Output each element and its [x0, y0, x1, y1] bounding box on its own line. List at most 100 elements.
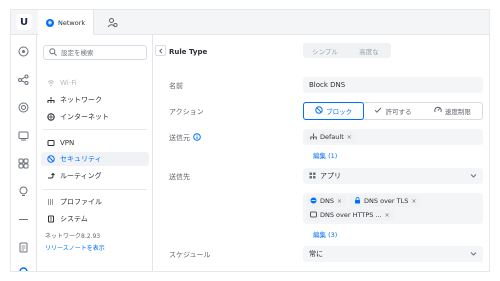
vpn-icon — [46, 139, 55, 148]
settings-nav: Wi-Fi ネットワーク インターネット VPN セキュリティ ルーティング プ… — [37, 35, 153, 271]
chevron-down-icon — [470, 172, 477, 181]
logs-icon[interactable] — [17, 241, 30, 254]
nav-item-network[interactable]: ネットワーク — [41, 93, 149, 107]
destination-type-value: アプリ — [320, 172, 341, 180]
destination-chip-label: DNS — [320, 197, 334, 205]
shield-icon — [46, 155, 55, 164]
system-icon — [46, 215, 55, 224]
schedule-label: スケジュール — [169, 251, 211, 259]
source-edit-link[interactable]: 編集 (1) — [313, 150, 337, 160]
nav-item-routing[interactable]: ルーティング — [41, 169, 149, 183]
devices-icon[interactable] — [17, 101, 30, 114]
profile-icon — [46, 198, 55, 207]
source-label-row: 送信元 — [169, 133, 201, 143]
action-selector: ブロック 許可する 速度制限 — [303, 102, 483, 120]
settings-icon[interactable] — [17, 265, 30, 271]
chevron-down-icon — [470, 250, 477, 259]
unifi-logo[interactable]: U — [16, 14, 32, 30]
app-grid-icon — [309, 172, 316, 181]
topology-icon[interactable] — [17, 73, 30, 86]
tab-network[interactable]: ◉ Network — [38, 10, 95, 35]
stats-icon[interactable] — [17, 157, 30, 170]
nav-item-label: ネットワーク — [60, 96, 102, 104]
destination-chip-label: DNS over TLS — [364, 197, 409, 205]
action-limit-label: 速度制限 — [444, 108, 471, 116]
destination-label: 送信先 — [169, 173, 190, 181]
nav-divider — [43, 189, 147, 190]
remove-chip-icon[interactable]: × — [347, 134, 352, 141]
nav-item-system[interactable]: システム — [41, 212, 149, 226]
rule-form: Rule Type シンプル 高度な 名前 Block DNS アクション ブロ… — [166, 35, 489, 271]
action-block-label: ブロック — [326, 108, 353, 116]
nav-item-label: インターネット — [60, 113, 109, 121]
nav-item-wifi[interactable]: Wi-Fi — [41, 76, 149, 90]
source-chip-label: Default — [320, 133, 344, 141]
search-icon — [49, 47, 57, 58]
nav-item-profiles[interactable]: プロファイル — [41, 195, 149, 209]
source-chip: Default × — [306, 131, 356, 143]
destination-chip: DNS × — [306, 195, 347, 207]
wifi-icon — [46, 79, 55, 88]
destination-edit-link[interactable]: 編集 (3) — [313, 229, 337, 239]
destination-chip: DNS over HTTPS ... × — [306, 209, 394, 221]
release-notes-link[interactable]: リリースノートを表示 — [45, 243, 105, 252]
users-app-icon[interactable] — [106, 16, 119, 29]
name-label: 名前 — [169, 82, 183, 90]
action-label: アクション — [169, 108, 204, 116]
name-input[interactable]: Block DNS — [303, 77, 483, 93]
settings-search[interactable] — [43, 45, 147, 60]
app-version: ネットワーク8.2.93 — [45, 233, 101, 240]
alerts-icon[interactable] — [17, 213, 30, 226]
mode-toggle: シンプル 高度な — [303, 43, 391, 58]
top-bar: U ◉ Network — [11, 10, 489, 35]
app-window: U ◉ Network 設定を検索 Wi-Fi ネットワーク インターネット V… — [10, 9, 490, 272]
check-icon — [374, 106, 382, 116]
search-input[interactable] — [61, 48, 141, 57]
nav-item-label: セキュリティ — [60, 155, 102, 163]
mode-advanced-option[interactable]: 高度な — [347, 43, 391, 58]
dns-icon — [310, 197, 317, 206]
rule-type-label: Rule Type — [169, 48, 208, 56]
schedule-select[interactable]: 常に — [303, 246, 483, 262]
nav-item-security[interactable]: セキュリティ — [41, 152, 149, 166]
block-icon — [315, 106, 323, 116]
source-chip-field[interactable]: Default × — [303, 129, 483, 145]
nav-divider — [43, 129, 147, 130]
nav-item-label: プロファイル — [60, 198, 102, 206]
remove-chip-icon[interactable]: × — [411, 198, 416, 205]
action-allow-label: 許可する — [385, 108, 412, 116]
action-block-option[interactable]: ブロック — [303, 102, 365, 120]
mode-simple-option[interactable]: シンプル — [303, 43, 347, 58]
dns-https-icon — [310, 211, 317, 220]
nav-item-internet[interactable]: インターネット — [41, 110, 149, 124]
source-label: 送信元 — [169, 134, 190, 142]
chevron-left-icon — [158, 47, 162, 54]
network-app-icon: ◉ — [46, 18, 54, 27]
dashboard-icon[interactable] — [17, 45, 30, 58]
schedule-value: 常に — [309, 250, 323, 258]
action-limit-option[interactable]: 速度制限 — [423, 103, 482, 119]
routing-icon — [46, 172, 55, 181]
clients-icon[interactable] — [17, 129, 30, 142]
dns-tls-icon — [354, 196, 361, 206]
destination-chip-label: DNS over HTTPS ... — [320, 211, 382, 219]
network-icon — [310, 133, 317, 142]
insights-icon[interactable] — [17, 185, 30, 198]
network-icon — [46, 96, 55, 105]
remove-chip-icon[interactable]: × — [385, 212, 390, 219]
action-allow-option[interactable]: 許可する — [363, 103, 422, 119]
nav-item-label: Wi-Fi — [60, 79, 77, 87]
tab-network-label: Network — [58, 18, 86, 27]
remove-chip-icon[interactable]: × — [337, 198, 342, 205]
destination-type-select[interactable]: アプリ — [303, 168, 483, 184]
speed-limit-icon — [434, 106, 442, 116]
info-icon[interactable] — [193, 133, 201, 143]
nav-item-label: システム — [60, 215, 88, 223]
nav-item-label: ルーティング — [60, 172, 102, 180]
globe-icon — [46, 113, 55, 122]
destination-chip-field[interactable]: DNS × DNS over TLS × DNS over HTTPS ... … — [303, 193, 483, 224]
nav-item-label: VPN — [60, 139, 75, 147]
destination-chip: DNS over TLS × — [350, 195, 421, 207]
nav-item-vpn[interactable]: VPN — [41, 136, 149, 150]
collapse-panel-button[interactable] — [155, 45, 166, 56]
